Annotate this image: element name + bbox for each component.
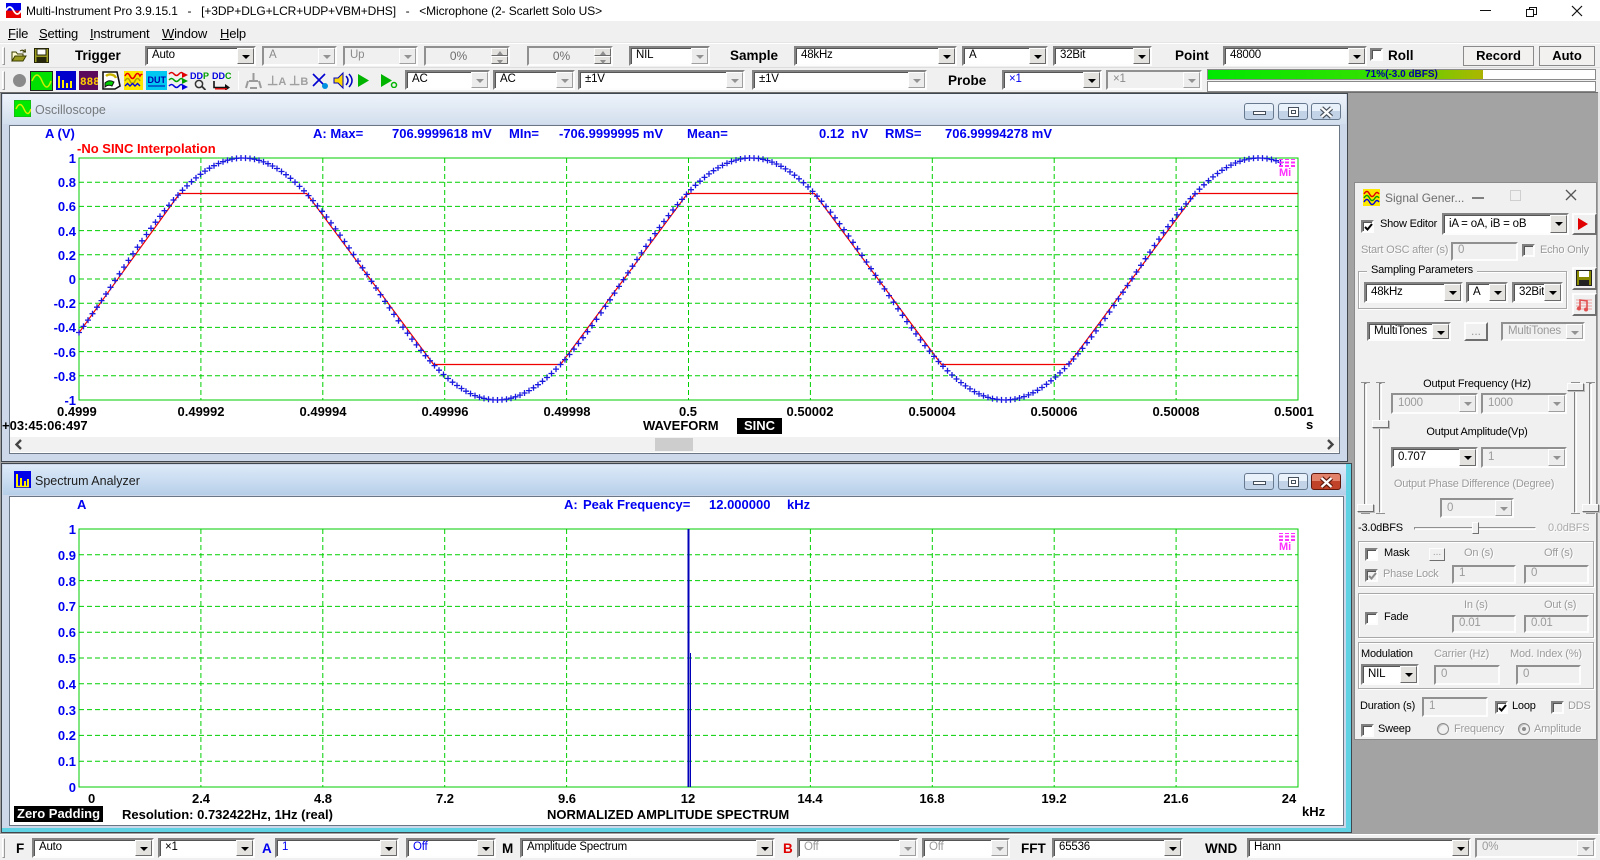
svg-text:Mi: Mi [1279, 541, 1291, 553]
